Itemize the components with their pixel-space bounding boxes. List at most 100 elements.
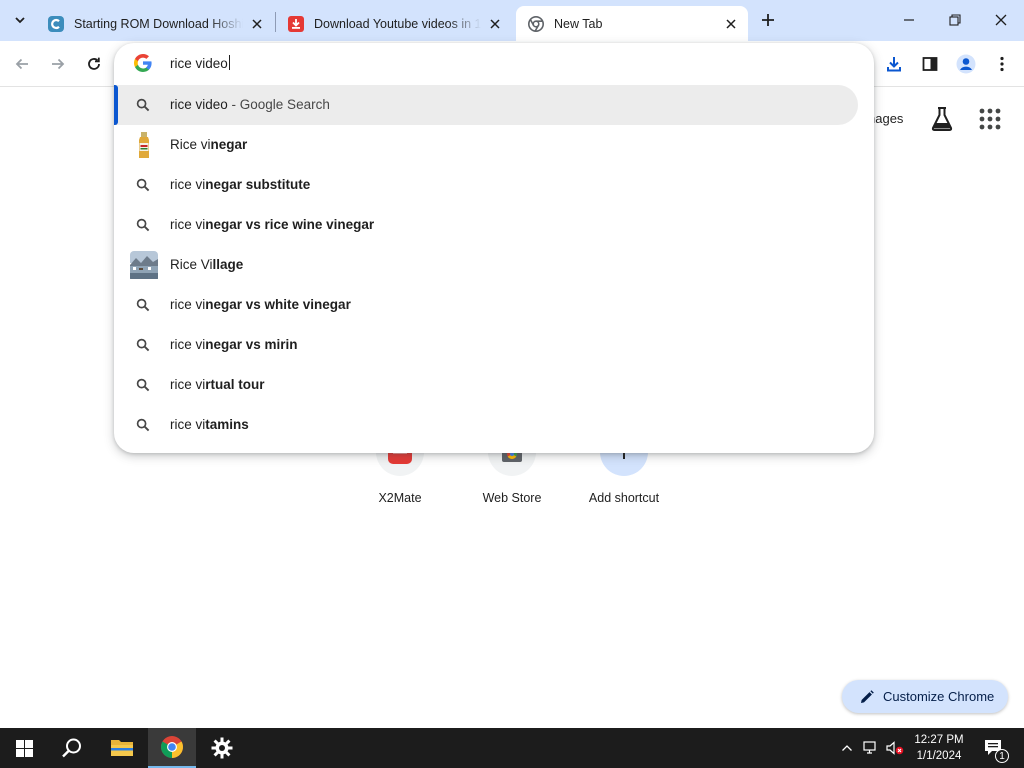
tab-new-tab[interactable]: New Tab [516,6,748,41]
download-icon [887,57,901,72]
rice-village-thumbnail [130,251,158,282]
forward-arrow-icon [52,58,65,70]
omnibox-value: rice video [170,56,228,71]
suggestion-text: rice vinegar substitute [170,177,310,192]
suggestion-item[interactable]: rice virtual tour [114,365,874,405]
suggestion-item[interactable]: rice vinegar vs white vinegar [114,285,874,325]
network-button[interactable] [862,739,880,757]
pencil-icon [861,689,874,703]
tab-rom-download[interactable]: Starting ROM Download Hoshi [36,6,274,41]
volume-button[interactable] [886,739,904,757]
suggestion-typed: Rice Vi [170,257,213,272]
reload-icon [88,57,100,70]
google-apps-button[interactable] [978,107,1002,131]
start-button[interactable] [0,728,48,768]
suggestion-text: rice virtual tour [170,377,265,392]
windows-logo-icon [15,739,33,757]
suggestion-text: Rice vinegar [170,137,247,152]
clock-date: 1/1/2024 [916,750,962,762]
suggestion-completion: llage [212,257,244,272]
text-caret [228,55,230,70]
kebab-menu-icon [1000,56,1004,72]
chevron-down-icon [15,17,25,24]
suggestion-completion: negar [210,137,248,152]
suggestion-text: rice vinegar vs mirin [170,337,298,352]
suggestion-item[interactable]: rice vinegar vs mirin [114,325,874,365]
labs-button[interactable] [930,106,954,132]
suggestion-completion: rtual tour [205,377,265,392]
search-icon [136,178,150,192]
close-icon[interactable] [723,16,739,32]
suggestion-item[interactable]: Rice Village [114,245,874,285]
customize-chrome-button[interactable]: Customize Chrome [842,680,1008,713]
clock[interactable]: 12:27 PM 1/1/2024 [906,732,972,764]
suggestion-text: rice vitamins [170,417,249,432]
forward-button[interactable] [44,50,72,78]
chrome-icon [161,736,183,758]
clock-time: 12:27 PM [914,734,964,746]
taskbar-file-explorer[interactable] [98,728,146,768]
rice-vinegar-thumbnail [130,131,158,162]
close-icon[interactable] [487,16,503,32]
omnibox-dropdown: rice video rice video - Google Search Ric… [114,43,874,453]
tab-youtube-download[interactable]: Download Youtube videos in 10 [276,6,512,41]
search-icon [62,738,81,758]
suggestion-item[interactable]: rice video - Google Search [114,85,858,125]
search-icon [136,338,150,352]
suggestion-item[interactable]: Rice vinegar [114,125,874,165]
suggestion-typed: rice vi [170,217,206,232]
search-icon [136,218,150,232]
close-window-button[interactable] [978,0,1024,40]
google-g-icon [134,54,152,72]
search-icon [136,98,150,112]
reload-button[interactable] [80,50,108,78]
suggestion-typed: rice video [170,97,228,112]
plus-icon [762,14,774,26]
shortcut-label: Add shortcut [588,491,660,505]
tab-title: Download Youtube videos in 10 [314,16,481,31]
volume-muted-icon [886,741,904,755]
minimize-button[interactable] [886,0,932,40]
shortcut-label: X2Mate [378,491,422,505]
taskbar-search-button[interactable] [48,728,96,768]
profile-button[interactable] [952,50,980,78]
menu-button[interactable] [988,50,1016,78]
close-icon[interactable] [249,16,265,32]
shortcut-label: Web Store [482,491,542,505]
tab-search-button[interactable] [8,8,32,32]
taskbar-settings[interactable] [198,728,246,768]
suggestion-typed: rice vi [170,377,206,392]
customize-label: Customize Chrome [883,689,995,704]
suggestion-item[interactable]: rice vinegar substitute [114,165,874,205]
back-arrow-icon [15,58,28,70]
suggestion-completion: negar vs rice wine vinegar [205,217,375,232]
avatar-icon [956,54,976,74]
taskbar: 12:27 PM 1/1/2024 1 [0,728,1024,768]
chrome-icon [528,15,544,32]
tab-title: New Tab [554,16,603,31]
tray-overflow-button[interactable] [838,739,856,757]
suggestion-text: rice video - Google Search [170,97,330,112]
chevron-up-icon [842,745,852,751]
suggestion-completion: tamins [205,417,249,432]
back-button[interactable] [8,50,36,78]
folder-icon [111,740,133,756]
restore-button[interactable] [932,0,978,40]
search-icon [136,378,150,392]
side-panel-button[interactable] [916,50,944,78]
suggestion-item[interactable]: rice vitamins [114,405,874,445]
notification-count-badge: 1 [995,749,1009,763]
new-tab-button[interactable] [756,8,780,32]
downloads-button[interactable] [880,50,908,78]
suggestion-item[interactable]: rice vinegar vs rice wine vinegar [114,205,874,245]
flask-icon [931,107,953,131]
c-logo-icon [48,15,64,32]
suggestion-completion: negar vs mirin [205,337,298,352]
taskbar-chrome[interactable] [148,728,196,768]
apps-grid-icon [979,108,1001,130]
minimize-icon [904,19,914,21]
omnibox-input[interactable]: rice video [114,43,874,83]
suggestion-text: rice vinegar vs rice wine vinegar [170,217,374,232]
network-icon [863,741,876,754]
gear-icon [211,737,233,759]
